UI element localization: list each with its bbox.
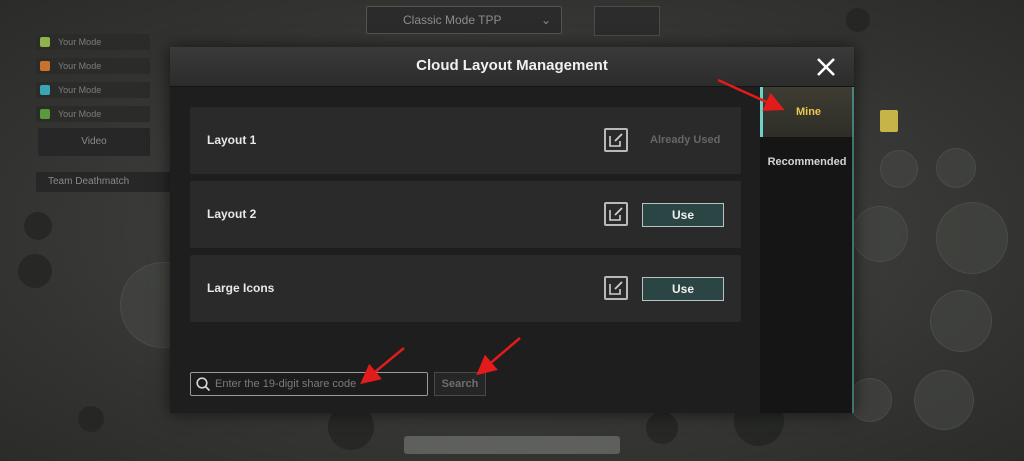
modal-title: Cloud Layout Management <box>416 57 608 74</box>
hud-video-button: Video <box>38 128 150 156</box>
share-code-search-box <box>190 372 428 396</box>
hud-circle <box>880 150 918 188</box>
edit-icon <box>609 281 623 295</box>
edit-icon <box>609 133 623 147</box>
fire-button-circle <box>936 202 1008 274</box>
mode-selector-label: Classic Mode TPP <box>403 13 502 27</box>
layout-tabs: Mine Recommended <box>760 87 854 413</box>
edit-layout-button[interactable] <box>604 276 628 300</box>
tab-recommended[interactable]: Recommended <box>760 139 854 185</box>
sidebar-edge <box>852 87 854 413</box>
hud-circle <box>646 412 678 444</box>
hud-circle <box>18 254 52 288</box>
search-icon <box>196 377 211 392</box>
hud-circle <box>78 406 104 432</box>
hud-circle <box>846 8 870 32</box>
hud-circle <box>848 378 892 422</box>
hud-circle <box>914 370 974 430</box>
layout-row: Large Icons Use <box>190 255 741 322</box>
close-icon <box>817 58 835 76</box>
hud-circle <box>24 212 52 240</box>
hud-bottom-bar <box>404 436 620 454</box>
legend-item: Your Mode <box>36 34 150 50</box>
hud-banner: Team Deathmatch <box>36 172 170 192</box>
edit-layout-button[interactable] <box>604 128 628 152</box>
edit-icon <box>609 207 623 221</box>
cloud-layout-modal: Cloud Layout Management Layout 1 Already… <box>170 47 854 413</box>
layout-name: Layout 2 <box>207 207 257 221</box>
already-used-label: Already Used <box>650 134 721 146</box>
modal-header: Cloud Layout Management <box>170 47 854 87</box>
layout-list-panel: Layout 1 Already Used Layout 2 Use Large… <box>170 87 760 413</box>
hud-circle <box>936 148 976 188</box>
mode-selector: Classic Mode TPP ⌄ <box>366 6 562 34</box>
hud-circle <box>852 206 908 262</box>
layout-name: Layout 1 <box>207 133 257 147</box>
legend-item: Your Mode <box>36 58 150 74</box>
layout-row: Layout 1 Already Used <box>190 107 741 174</box>
hud-yellow-marker <box>880 110 898 132</box>
edit-layout-button[interactable] <box>604 202 628 226</box>
layout-name: Large Icons <box>207 281 275 295</box>
use-layout-button[interactable]: Use <box>642 277 724 301</box>
tab-mine[interactable]: Mine <box>760 87 854 137</box>
use-layout-button[interactable]: Use <box>642 203 724 227</box>
hud-circle <box>930 290 992 352</box>
hud-square <box>594 6 660 36</box>
chevron-down-icon: ⌄ <box>540 13 551 27</box>
layout-row: Layout 2 Use <box>190 181 741 248</box>
search-button[interactable]: Search <box>434 372 486 396</box>
share-code-input[interactable] <box>215 375 423 393</box>
legend-item: Your Mode <box>36 106 150 122</box>
close-button[interactable] <box>810 51 842 83</box>
legend-item: Your Mode <box>36 82 150 98</box>
